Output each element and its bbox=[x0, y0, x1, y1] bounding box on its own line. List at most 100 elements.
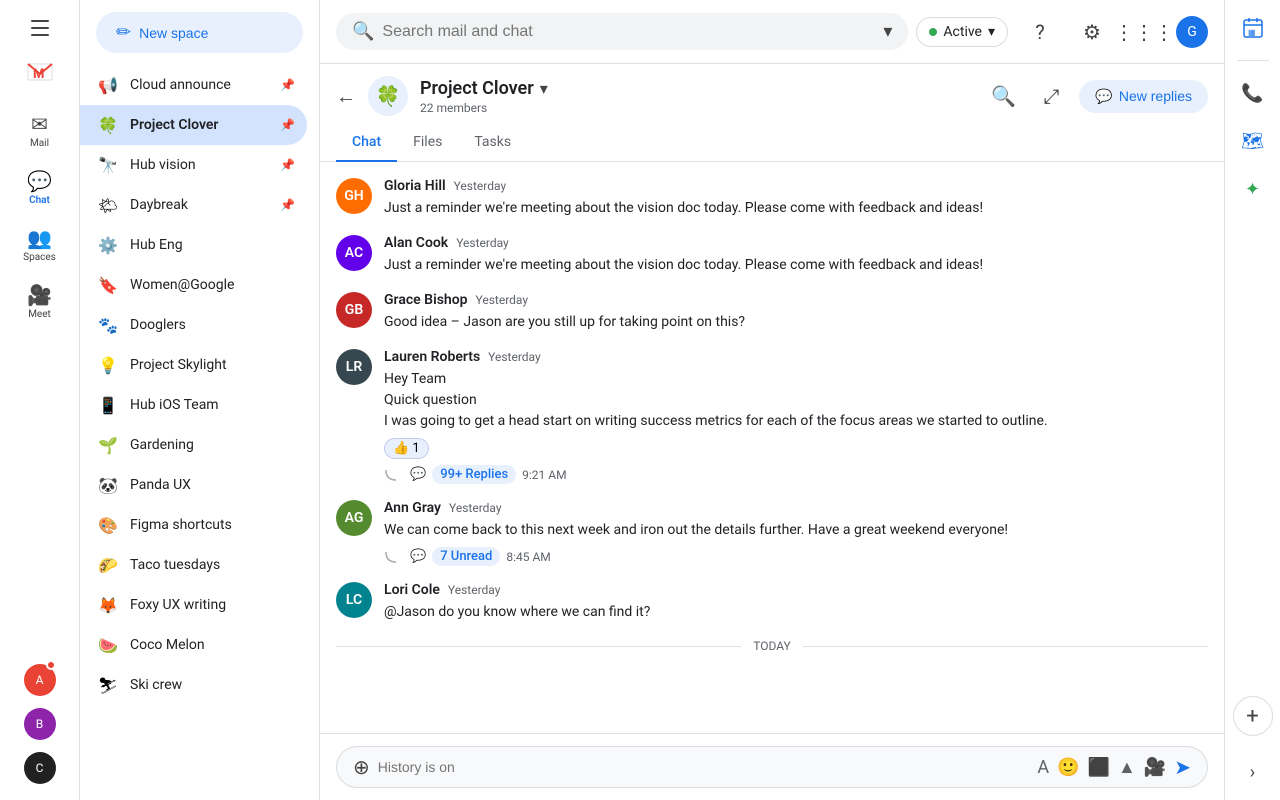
space-item-women-google[interactable]: 🔖 Women@Google bbox=[80, 265, 307, 305]
message-header: Gloria Hill Yesterday bbox=[384, 178, 1208, 194]
notification-badge bbox=[46, 660, 56, 670]
thread-line-icon bbox=[384, 550, 404, 564]
chat-bubble-icon: 💬 bbox=[1095, 88, 1112, 105]
minimize-button[interactable]: ⤢ bbox=[1031, 76, 1071, 116]
reply-thread[interactable]: 💬 99+ Replies 9:21 AM bbox=[384, 465, 1208, 484]
svg-text:▦: ▦ bbox=[1248, 28, 1256, 37]
message-content: Alan Cook Yesterday Just a reminder we'r… bbox=[384, 235, 1208, 276]
compose-area: ⊕ A 🙂 ⬛ ▲ 🎥 ➤ bbox=[320, 733, 1224, 800]
space-item-panda-ux[interactable]: 🐼 Panda UX bbox=[80, 465, 307, 505]
space-item-daybreak[interactable]: 🌤 Daybreak 📌 bbox=[80, 185, 307, 225]
settings-button[interactable]: ⚙ bbox=[1072, 12, 1112, 52]
replies-icon: 💬 bbox=[410, 549, 426, 564]
chevron-right-icon: › bbox=[1250, 762, 1255, 783]
reply-thread-ann[interactable]: 💬 7 Unread 8:45 AM bbox=[384, 547, 1208, 566]
text-format-icon[interactable]: A bbox=[1037, 757, 1049, 778]
space-emoji-project-clover: 🍀 bbox=[96, 113, 120, 137]
space-item-taco-tuesdays[interactable]: 🌮 Taco tuesdays bbox=[80, 545, 307, 585]
space-item-coco-melon[interactable]: 🍉 Coco Melon bbox=[80, 625, 307, 665]
chat-title-chevron-icon[interactable]: ▾ bbox=[540, 79, 548, 98]
pin-icon-daybreak: 📌 bbox=[280, 198, 295, 212]
phone-icon: 📞 bbox=[1241, 83, 1263, 104]
tab-chat[interactable]: Chat bbox=[336, 124, 397, 162]
avatar-alan: AC bbox=[336, 235, 372, 271]
sidebar-item-chat[interactable]: 💬 Chat bbox=[4, 161, 76, 214]
replies-count: 99+ Replies bbox=[432, 465, 516, 484]
video-icon[interactable]: 🎥 bbox=[1144, 757, 1166, 778]
compose-input[interactable] bbox=[378, 759, 1030, 775]
avatar-gloria: GH bbox=[336, 178, 372, 214]
compose-add-button[interactable]: ⊕ bbox=[353, 755, 370, 779]
apps-button[interactable]: ⋮⋮⋮ bbox=[1124, 12, 1164, 52]
active-status-button[interactable]: Active ▾ bbox=[916, 17, 1008, 47]
sidebar-item-meet[interactable]: 🎥 Meet bbox=[4, 275, 76, 328]
reaction-thumbsup[interactable]: 👍 1 bbox=[384, 438, 429, 459]
compose-tools: A 🙂 ⬛ ▲ 🎥 bbox=[1037, 757, 1166, 778]
message-content: Grace Bishop Yesterday Good idea – Jason… bbox=[384, 292, 1208, 333]
collapse-panel-button[interactable]: › bbox=[1233, 752, 1273, 792]
pin-icon-hub-vision: 📌 bbox=[280, 158, 295, 172]
tab-files[interactable]: Files bbox=[397, 124, 458, 162]
space-emoji-coco: 🍉 bbox=[96, 633, 120, 657]
search-dropdown-icon[interactable]: ▾ bbox=[883, 21, 892, 42]
avatar-user1[interactable]: A bbox=[24, 660, 56, 696]
chat-members-count: 22 members bbox=[420, 101, 983, 115]
back-button[interactable]: ← bbox=[336, 84, 356, 109]
space-emoji-dooglers: 🐾 bbox=[96, 313, 120, 337]
space-item-ski-crew[interactable]: ⛷ Ski crew bbox=[80, 665, 307, 705]
avatar-lori: LC bbox=[336, 582, 372, 618]
space-emoji-cloud-announce: 📢 bbox=[96, 73, 120, 97]
avatar-grace: GB bbox=[336, 292, 372, 328]
chat-header: ← 🍀 Project Clover ▾ 22 members 🔍 ⤢ 💬 Ne… bbox=[320, 64, 1224, 116]
compose-box: ⊕ A 🙂 ⬛ ▲ 🎥 ➤ bbox=[336, 746, 1208, 788]
message-content: Gloria Hill Yesterday Just a reminder we… bbox=[384, 178, 1208, 219]
drive-icon[interactable]: ▲ bbox=[1118, 757, 1136, 778]
message-group: LC Lori Cole Yesterday @Jason do you kno… bbox=[336, 582, 1208, 623]
avatar-user2[interactable]: B bbox=[24, 708, 56, 740]
new-space-button[interactable]: ✏ New space bbox=[96, 12, 303, 53]
message-content: Ann Gray Yesterday We can come back to t… bbox=[384, 500, 1208, 566]
message-header: Alan Cook Yesterday bbox=[384, 235, 1208, 251]
calendar-icon: ▦ bbox=[1242, 17, 1264, 39]
help-button[interactable]: ? bbox=[1020, 12, 1060, 52]
space-emoji-figma: 🎨 bbox=[96, 513, 120, 537]
upload-icon[interactable]: ⬛ bbox=[1088, 757, 1110, 778]
space-item-cloud-announce[interactable]: 📢 Cloud announce 📌 bbox=[80, 65, 307, 105]
message-time: Yesterday bbox=[488, 350, 541, 364]
search-icon: 🔍 bbox=[991, 84, 1016, 108]
avatar-user3[interactable]: C bbox=[24, 752, 56, 784]
emoji-icon[interactable]: 🙂 bbox=[1057, 757, 1079, 778]
message-author: Lauren Roberts bbox=[384, 349, 480, 365]
space-item-hub-ios[interactable]: 📱 Hub iOS Team bbox=[80, 385, 307, 425]
space-item-figma-shortcuts[interactable]: 🎨 Figma shortcuts bbox=[80, 505, 307, 545]
calendar-button[interactable]: ▦ bbox=[1233, 8, 1273, 48]
chat-header-actions: 🔍 ⤢ 💬 New replies bbox=[983, 76, 1208, 116]
space-emoji-panda-ux: 🐼 bbox=[96, 473, 120, 497]
space-item-project-clover[interactable]: 🍀 Project Clover 📌 bbox=[80, 105, 307, 145]
sidebar-left: M ✉ Mail 💬 Chat 👥 Spaces 🎥 Meet A B C bbox=[0, 0, 80, 800]
sidebar-item-spaces[interactable]: 👥 Spaces bbox=[4, 218, 76, 271]
hamburger-button[interactable] bbox=[20, 8, 60, 48]
search-input[interactable] bbox=[382, 23, 875, 41]
send-button[interactable]: ➤ bbox=[1174, 755, 1191, 779]
space-item-hub-eng[interactable]: ⚙️ Hub Eng bbox=[80, 225, 307, 265]
maps-icon: 🗺 bbox=[1241, 131, 1264, 152]
maps-button[interactable]: 🗺 bbox=[1233, 121, 1273, 161]
tab-tasks[interactable]: Tasks bbox=[458, 124, 527, 162]
chat-search-button[interactable]: 🔍 bbox=[983, 76, 1023, 116]
space-item-dooglers[interactable]: 🐾 Dooglers bbox=[80, 305, 307, 345]
message-time: Yesterday bbox=[448, 583, 501, 597]
assistant-button[interactable]: ✦ bbox=[1233, 169, 1273, 209]
space-item-project-skylight[interactable]: 💡 Project Skylight bbox=[80, 345, 307, 385]
chat-header-info: Project Clover ▾ 22 members bbox=[420, 78, 983, 115]
new-replies-button[interactable]: 💬 New replies bbox=[1079, 80, 1208, 113]
space-item-foxy-ux[interactable]: 🦊 Foxy UX writing bbox=[80, 585, 307, 625]
sidebar-item-mail[interactable]: ✉ Mail bbox=[4, 104, 76, 157]
phone-button[interactable]: 📞 bbox=[1233, 73, 1273, 113]
space-item-hub-vision[interactable]: 🔭 Hub vision 📌 bbox=[80, 145, 307, 185]
space-item-gardening[interactable]: 🌱 Gardening bbox=[80, 425, 307, 465]
user-avatar[interactable]: G bbox=[1176, 16, 1208, 48]
avatar-lauren: LR bbox=[336, 349, 372, 385]
add-panel-button[interactable]: + bbox=[1233, 696, 1273, 736]
message-text: Just a reminder we're meeting about the … bbox=[384, 255, 1208, 276]
